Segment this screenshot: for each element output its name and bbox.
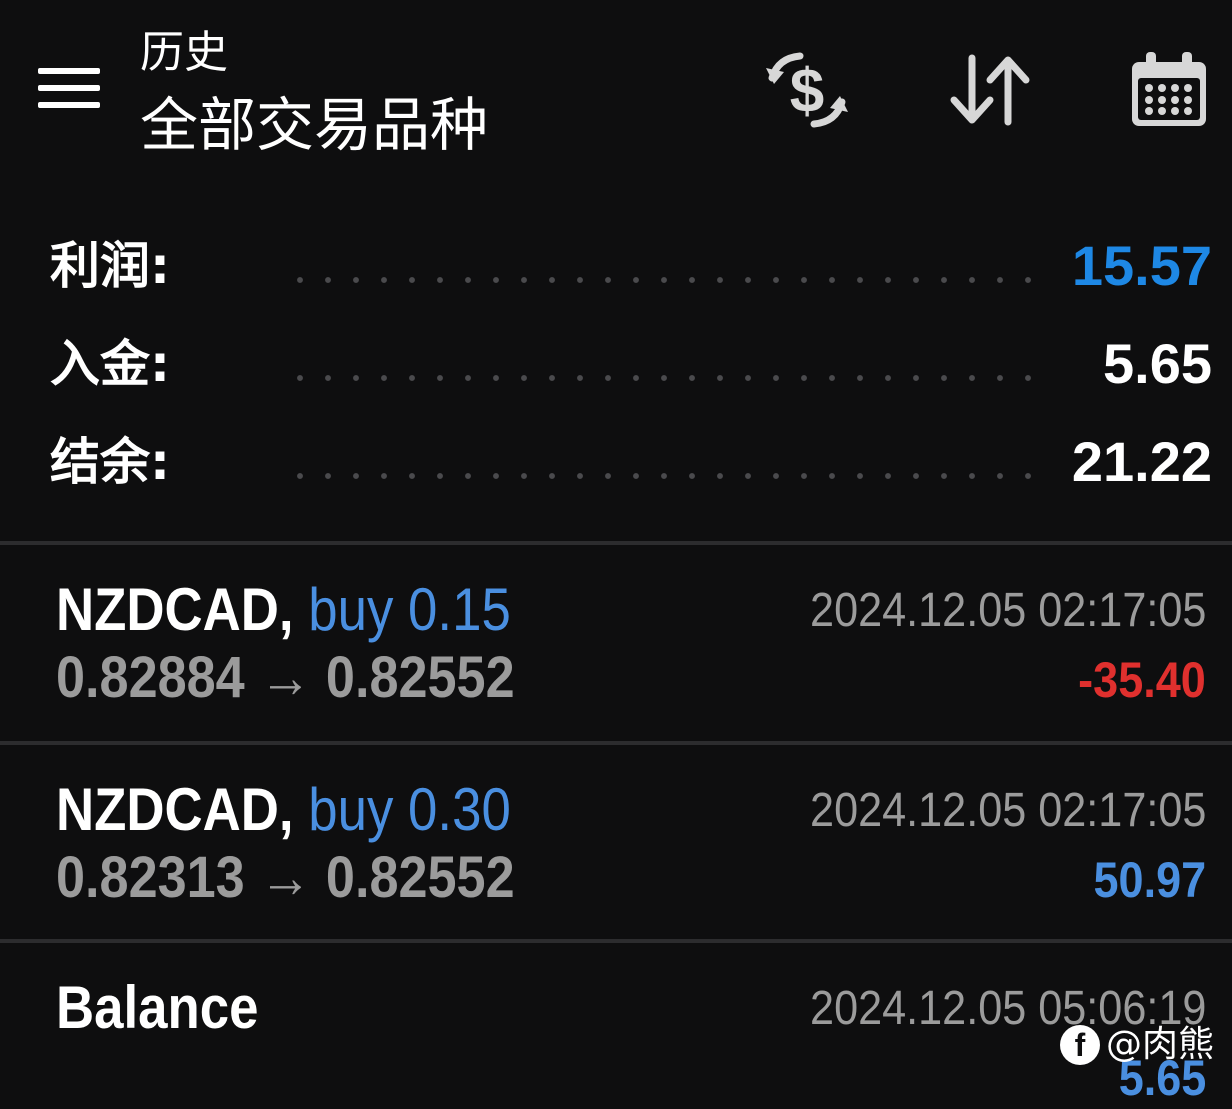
deal-row[interactable]: NZDCAD, buy 0.30 0.82313 → 0.82552 2024.… xyxy=(0,745,1232,939)
menu-icon[interactable] xyxy=(28,52,110,124)
dotted-leader xyxy=(286,472,1052,480)
calendar-icon[interactable] xyxy=(1124,48,1214,132)
deal-time: 2024.12.05 02:17:05 xyxy=(809,584,1206,637)
deal-type-volume: buy 0.30 xyxy=(308,776,511,843)
watermark-text: @肉熊 xyxy=(1106,1024,1215,1065)
summary-label: 利润: xyxy=(50,237,170,295)
watermark: f @肉熊 xyxy=(1060,1020,1214,1070)
arrow-right-icon: → xyxy=(259,845,312,910)
deal-profit: -35.40 xyxy=(1078,652,1206,708)
history-summary: 利润: 15.57 入金: 5.65 结余: 21.22 xyxy=(0,220,1232,514)
deal-type-volume: buy 0.15 xyxy=(308,576,511,643)
deal-symbol: NZDCAD, xyxy=(56,776,294,843)
summary-label: 入金: xyxy=(50,335,170,393)
page-title[interactable]: 全部交易品种 xyxy=(140,90,488,160)
summary-value: 5.65 xyxy=(1103,332,1212,395)
open-price: 0.82884 xyxy=(56,645,245,710)
summary-value: 15.57 xyxy=(1071,234,1212,297)
page-subtitle: 历史 xyxy=(140,27,228,78)
close-price: 0.82552 xyxy=(325,845,515,910)
sort-icon[interactable] xyxy=(946,48,1036,132)
summary-row-deposit: 入金: 5.65 xyxy=(0,318,1232,416)
deal-prices: 0.82884 → 0.82552 xyxy=(56,643,515,713)
deal-symbol: NZDCAD, xyxy=(56,576,294,643)
deal-header: NZDCAD, buy 0.30 xyxy=(56,775,511,845)
dotted-leader xyxy=(286,374,1052,382)
close-price: 0.82552 xyxy=(325,645,515,710)
summary-value: 21.22 xyxy=(1071,430,1212,493)
deal-time: 2024.12.05 02:17:05 xyxy=(809,784,1206,837)
deal-header: Balance xyxy=(56,973,259,1043)
menu-bar-top xyxy=(38,68,100,74)
top-app-bar: 历史 全部交易品种 $ xyxy=(0,0,1232,190)
deal-profit: 50.97 xyxy=(1093,852,1206,908)
arrow-right-icon: → xyxy=(259,645,312,710)
facebook-logo-icon: f xyxy=(1060,1025,1100,1065)
deal-prices: 0.82313 → 0.82552 xyxy=(56,843,515,913)
currency-exchange-icon[interactable]: $ xyxy=(762,48,852,132)
summary-row-profit: 利润: 15.57 xyxy=(0,220,1232,318)
dotted-leader xyxy=(286,276,1052,284)
deal-row[interactable]: NZDCAD, buy 0.15 0.82884 → 0.82552 2024.… xyxy=(0,545,1232,739)
menu-bar-bottom xyxy=(38,102,100,108)
menu-bar-middle xyxy=(38,85,100,91)
deal-header: NZDCAD, buy 0.15 xyxy=(56,575,511,645)
open-price: 0.82313 xyxy=(56,845,245,910)
deal-symbol: Balance xyxy=(56,974,259,1041)
svg-text:$: $ xyxy=(790,57,824,126)
deal-row-balance[interactable]: Balance 2024.12.05 05:06:19 5.65 xyxy=(0,943,1232,1107)
summary-row-balance: 结余: 21.22 xyxy=(0,416,1232,514)
summary-label: 结余: xyxy=(50,433,170,491)
